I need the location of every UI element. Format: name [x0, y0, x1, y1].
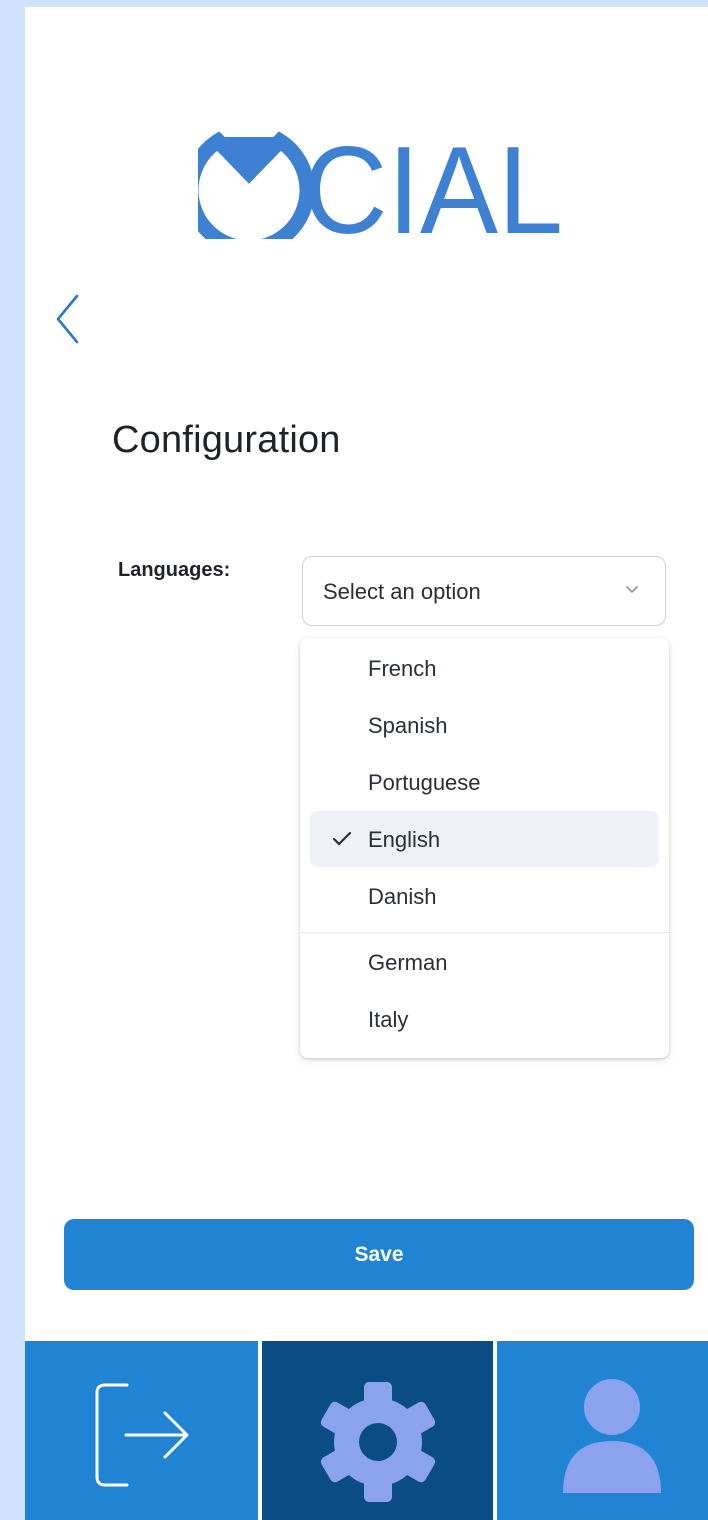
languages-dropdown-menu: French Spanish Portuguese English Danish… [300, 638, 669, 1058]
save-button-label: Save [354, 1243, 404, 1266]
gear-icon [320, 1382, 436, 1502]
user-icon [563, 1379, 661, 1493]
save-button[interactable]: Save [64, 1219, 694, 1290]
checkmark-icon [332, 831, 352, 846]
app-screen: CIAL Configuration Languages: Select an … [25, 7, 708, 1520]
option-danish[interactable]: Danish [310, 868, 659, 924]
menu-divider [300, 932, 669, 933]
tab-settings[interactable] [262, 1341, 493, 1520]
option-label: German [368, 950, 448, 975]
option-label: Italy [368, 1007, 409, 1032]
tab-logout[interactable] [25, 1341, 258, 1520]
logout-icon [95, 1383, 189, 1487]
option-french[interactable]: French [310, 640, 659, 696]
option-label: Portuguese [368, 770, 481, 795]
option-label: Danish [368, 884, 437, 909]
option-english[interactable]: English [310, 811, 659, 867]
option-label: English [368, 827, 441, 852]
chevron-left-icon [56, 294, 79, 344]
chevron-down-icon [626, 586, 638, 593]
tab-profile[interactable] [497, 1341, 708, 1520]
app-logo: CIAL [198, 127, 563, 239]
option-german[interactable]: German [310, 934, 659, 990]
option-label: French [368, 656, 437, 681]
option-portuguese[interactable]: Portuguese [310, 754, 659, 810]
svg-text:CIAL: CIAL [303, 127, 563, 239]
languages-label: Languages: [118, 559, 231, 581]
languages-select[interactable]: Select an option [302, 556, 666, 626]
option-italy[interactable]: Italy [310, 991, 659, 1047]
back-button[interactable] [53, 292, 81, 346]
option-spanish[interactable]: Spanish [310, 697, 659, 753]
option-label: Spanish [368, 713, 448, 738]
page-title: Configuration [112, 419, 341, 461]
select-placeholder: Select an option [323, 579, 481, 604]
bottom-nav [25, 1341, 708, 1520]
